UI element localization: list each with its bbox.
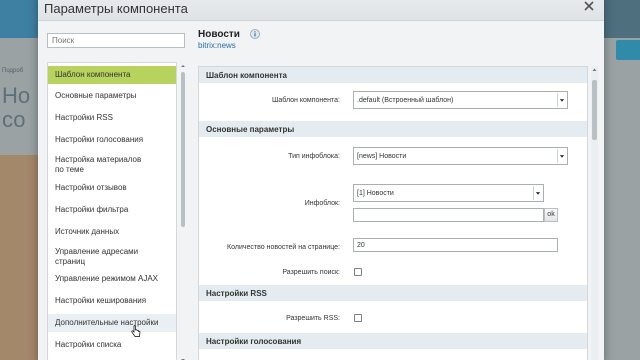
sidebar-item-related[interactable]: Настройка материалов по теме — [48, 152, 148, 176]
dialog-title: Параметры компонента — [44, 1, 188, 16]
component-title: Новости — [198, 29, 240, 40]
template-select[interactable]: .default (Встроенный шаблон) — [353, 91, 568, 109]
pane-scrollbar[interactable] — [591, 66, 598, 360]
scroll-up-icon[interactable] — [591, 66, 598, 73]
sidebar-item-reviews[interactable]: Настройки отзывов — [48, 179, 176, 197]
background-card — [0, 155, 42, 360]
settings-section-list: Шаблон компонента Основные параметры Нас… — [47, 62, 177, 360]
iblock-ok-button[interactable]: ok — [544, 208, 558, 222]
section-basic-header: Основные параметры — [199, 121, 587, 137]
chevron-down-icon — [557, 149, 566, 163]
close-icon[interactable] — [582, 0, 596, 13]
sidebar-item-cache[interactable]: Настройки кеширования — [48, 292, 176, 310]
search-input[interactable] — [47, 33, 185, 48]
dialog-header: Параметры компонента — [38, 0, 604, 21]
iblock-type-select[interactable]: [news] Новости — [353, 147, 568, 165]
scroll-up-icon[interactable] — [180, 62, 186, 68]
properties-panel: Шаблон компонента Шаблон компонента: .de… — [198, 66, 588, 360]
component-code: bitrix:news — [198, 41, 236, 50]
background-logo-strip — [0, 0, 42, 38]
iblock-custom-input[interactable] — [353, 208, 544, 222]
pane-scroll-thumb[interactable] — [592, 80, 597, 140]
sidebar-item-rss[interactable]: Настройки RSS — [48, 109, 176, 127]
hand-cursor-icon — [131, 325, 141, 339]
sidebar-scroll-thumb[interactable] — [181, 72, 185, 227]
news-count-label: Количество новостей на странице: — [227, 244, 340, 251]
allow-rss-checkbox[interactable] — [354, 314, 362, 322]
settings-sidebar: Шаблон компонента Основные параметры Нас… — [44, 30, 192, 360]
background-right-button — [616, 40, 640, 60]
info-icon[interactable] — [250, 29, 260, 39]
template-label: Шаблон компонента: — [272, 97, 340, 104]
allow-search-label: Разрешить поиск: — [282, 269, 340, 276]
sidebar-item-basic[interactable]: Основные параметры — [48, 87, 176, 105]
scroll-down-icon[interactable] — [180, 356, 186, 360]
background-heading: Но со — [2, 83, 31, 132]
sidebar-item-list[interactable]: Настройки списка — [48, 336, 176, 354]
sidebar-item-filter[interactable]: Настройки фильтра — [48, 201, 176, 219]
allow-search-checkbox[interactable] — [354, 268, 362, 276]
section-rss-header: Настройки RSS — [199, 285, 587, 301]
sidebar-item-additional[interactable]: Дополнительные настройки — [48, 314, 176, 332]
sidebar-item-sef[interactable]: Управление адресами страниц — [48, 244, 148, 268]
component-settings-dialog: Параметры компонента Шаблон компонента О… — [38, 0, 604, 360]
sidebar-scrollbar[interactable] — [180, 62, 186, 360]
sidebar-item-ajax[interactable]: Управление режимом AJAX — [48, 270, 176, 288]
allow-rss-label: Разрешить RSS: — [286, 315, 340, 322]
sidebar-item-data-source[interactable]: Источник данных — [48, 223, 176, 241]
sidebar-item-vote[interactable]: Настройки голосования — [48, 131, 176, 149]
iblock-label: Инфоблок: — [304, 200, 340, 207]
sidebar-item-template[interactable]: Шаблон компонента — [48, 66, 176, 84]
iblock-select[interactable]: [1] Новости — [353, 184, 544, 202]
iblock-type-label: Тип инфоблока: — [288, 153, 340, 160]
template-select-value: .default (Встроенный шаблон) — [357, 97, 454, 104]
news-count-input[interactable]: 20 — [353, 238, 558, 252]
iblock-type-select-value: [news] Новости — [357, 153, 407, 160]
section-template-header: Шаблон компонента — [199, 67, 587, 83]
background-small-text: Подроб — [2, 68, 24, 74]
chevron-down-icon — [533, 186, 542, 200]
iblock-select-value: [1] Новости — [357, 190, 394, 197]
settings-pane: Новости bitrix:news Шаблон компонента Ша… — [198, 21, 598, 360]
section-vote-header: Настройки голосования — [199, 333, 587, 349]
chevron-down-icon — [557, 93, 566, 107]
